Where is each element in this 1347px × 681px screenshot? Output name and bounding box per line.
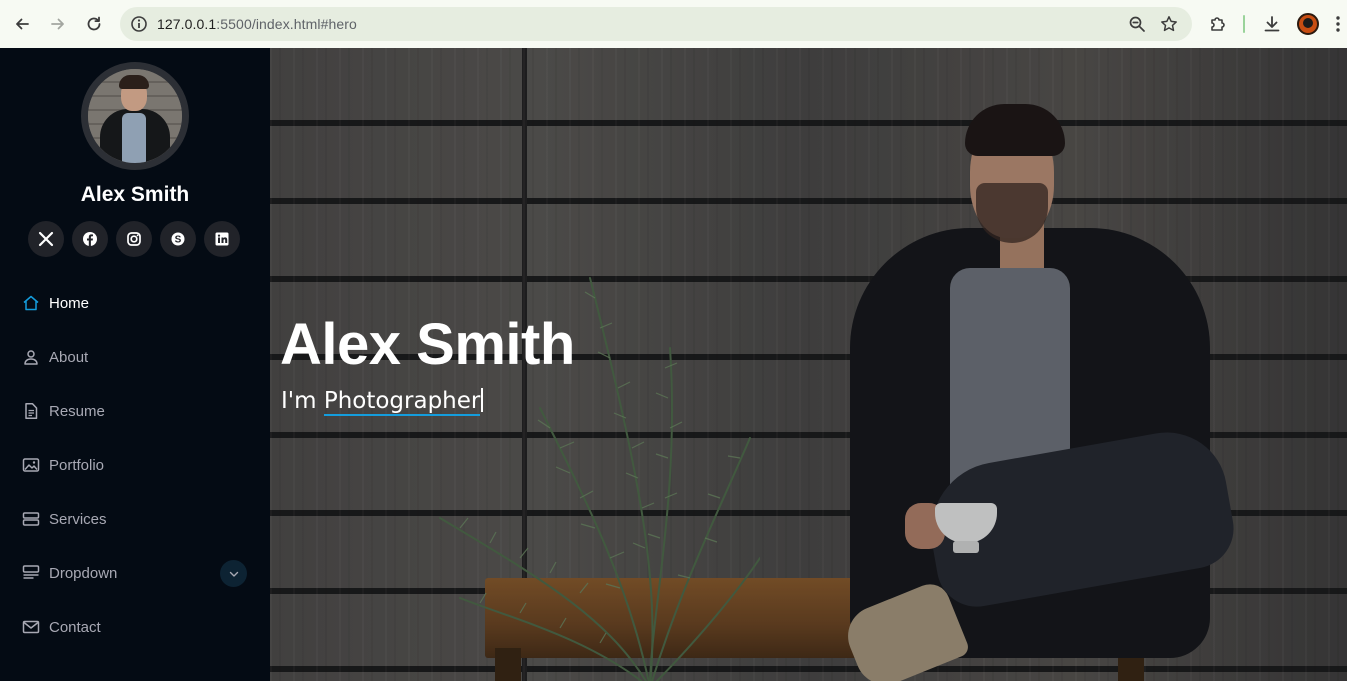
hero-subtitle: I'm Photographer xyxy=(281,388,484,416)
person-icon xyxy=(22,348,40,366)
arrow-right-icon xyxy=(51,18,64,30)
hdd-stack-icon xyxy=(22,510,40,528)
extensions-button[interactable] xyxy=(1206,12,1230,36)
address-bar[interactable]: 127.0.0.1:5500/index.html#hero xyxy=(120,7,1192,41)
bookmark-star-icon[interactable] xyxy=(1160,15,1178,33)
nav-label: Portfolio xyxy=(49,456,105,474)
facebook-link[interactable] xyxy=(72,221,108,257)
url-text[interactable]: 127.0.0.1:5500/index.html#hero xyxy=(157,16,357,32)
nav-label: Dropdown xyxy=(49,564,118,582)
zoom-icon[interactable] xyxy=(1128,15,1146,33)
profile-name[interactable]: Alex Smith xyxy=(0,183,270,207)
instagram-icon xyxy=(127,232,141,246)
envelope-icon xyxy=(22,618,40,636)
downloads-button[interactable] xyxy=(1260,12,1284,36)
chevron-down-icon xyxy=(229,571,238,577)
nav-item-services[interactable]: Services xyxy=(0,492,270,546)
sidebar: Alex Smith S Home About Resume Portfolio… xyxy=(0,48,270,681)
images-icon xyxy=(22,456,40,474)
toolbar-separator xyxy=(1243,15,1245,33)
nav-item-contact[interactable]: Contact xyxy=(0,600,270,654)
nav-label: Resume xyxy=(49,402,105,420)
social-links: S xyxy=(28,221,240,257)
nav-item-dropdown[interactable]: Dropdown xyxy=(0,546,270,600)
nav-item-portfolio[interactable]: Portfolio xyxy=(0,438,270,492)
browser-menu-button[interactable] xyxy=(1331,12,1345,36)
profile-photo xyxy=(81,62,189,170)
nav-label: Home xyxy=(49,294,90,312)
puzzle-icon xyxy=(1211,17,1225,31)
linkedin-icon xyxy=(215,232,229,246)
typed-text: Photographer xyxy=(323,388,481,416)
nav-label: Services xyxy=(49,510,107,528)
x-twitter-icon xyxy=(38,231,54,247)
nav-item-resume[interactable]: Resume xyxy=(0,384,270,438)
reload-button[interactable] xyxy=(82,12,106,36)
hero-title: Alex Smith xyxy=(280,312,575,377)
nav-item-about[interactable]: About xyxy=(0,330,270,384)
forward-button[interactable] xyxy=(46,12,70,36)
profile-avatar[interactable] xyxy=(1297,13,1319,35)
back-button[interactable] xyxy=(10,12,34,36)
skype-link[interactable]: S xyxy=(160,221,196,257)
facebook-icon xyxy=(83,232,97,246)
kebab-menu-icon xyxy=(1336,16,1340,32)
dropdown-toggle[interactable] xyxy=(220,560,247,587)
document-icon xyxy=(22,402,40,420)
nav-item-home[interactable]: Home xyxy=(0,276,270,330)
nav-label: Contact xyxy=(49,618,101,636)
hero-subtitle-prefix: I'm xyxy=(281,388,324,414)
linkedin-link[interactable] xyxy=(204,221,240,257)
browser-toolbar: 127.0.0.1:5500/index.html#hero xyxy=(0,0,1347,48)
svg-text:S: S xyxy=(175,235,182,246)
reload-icon xyxy=(87,16,101,31)
nav-label: About xyxy=(49,348,89,366)
arrow-left-icon xyxy=(16,18,29,30)
typed-cursor xyxy=(481,388,484,412)
instagram-link[interactable] xyxy=(116,221,152,257)
skype-icon: S xyxy=(171,232,185,246)
hero-section: Alex Smith I'm Photographer xyxy=(270,48,1347,681)
download-icon xyxy=(1264,16,1280,32)
house-icon xyxy=(22,294,40,312)
nav-menu: Home About Resume Portfolio Services Dro… xyxy=(0,276,270,654)
menu-button-icon xyxy=(22,564,40,582)
x-twitter-link[interactable] xyxy=(28,221,64,257)
site-info-icon[interactable] xyxy=(130,15,148,33)
